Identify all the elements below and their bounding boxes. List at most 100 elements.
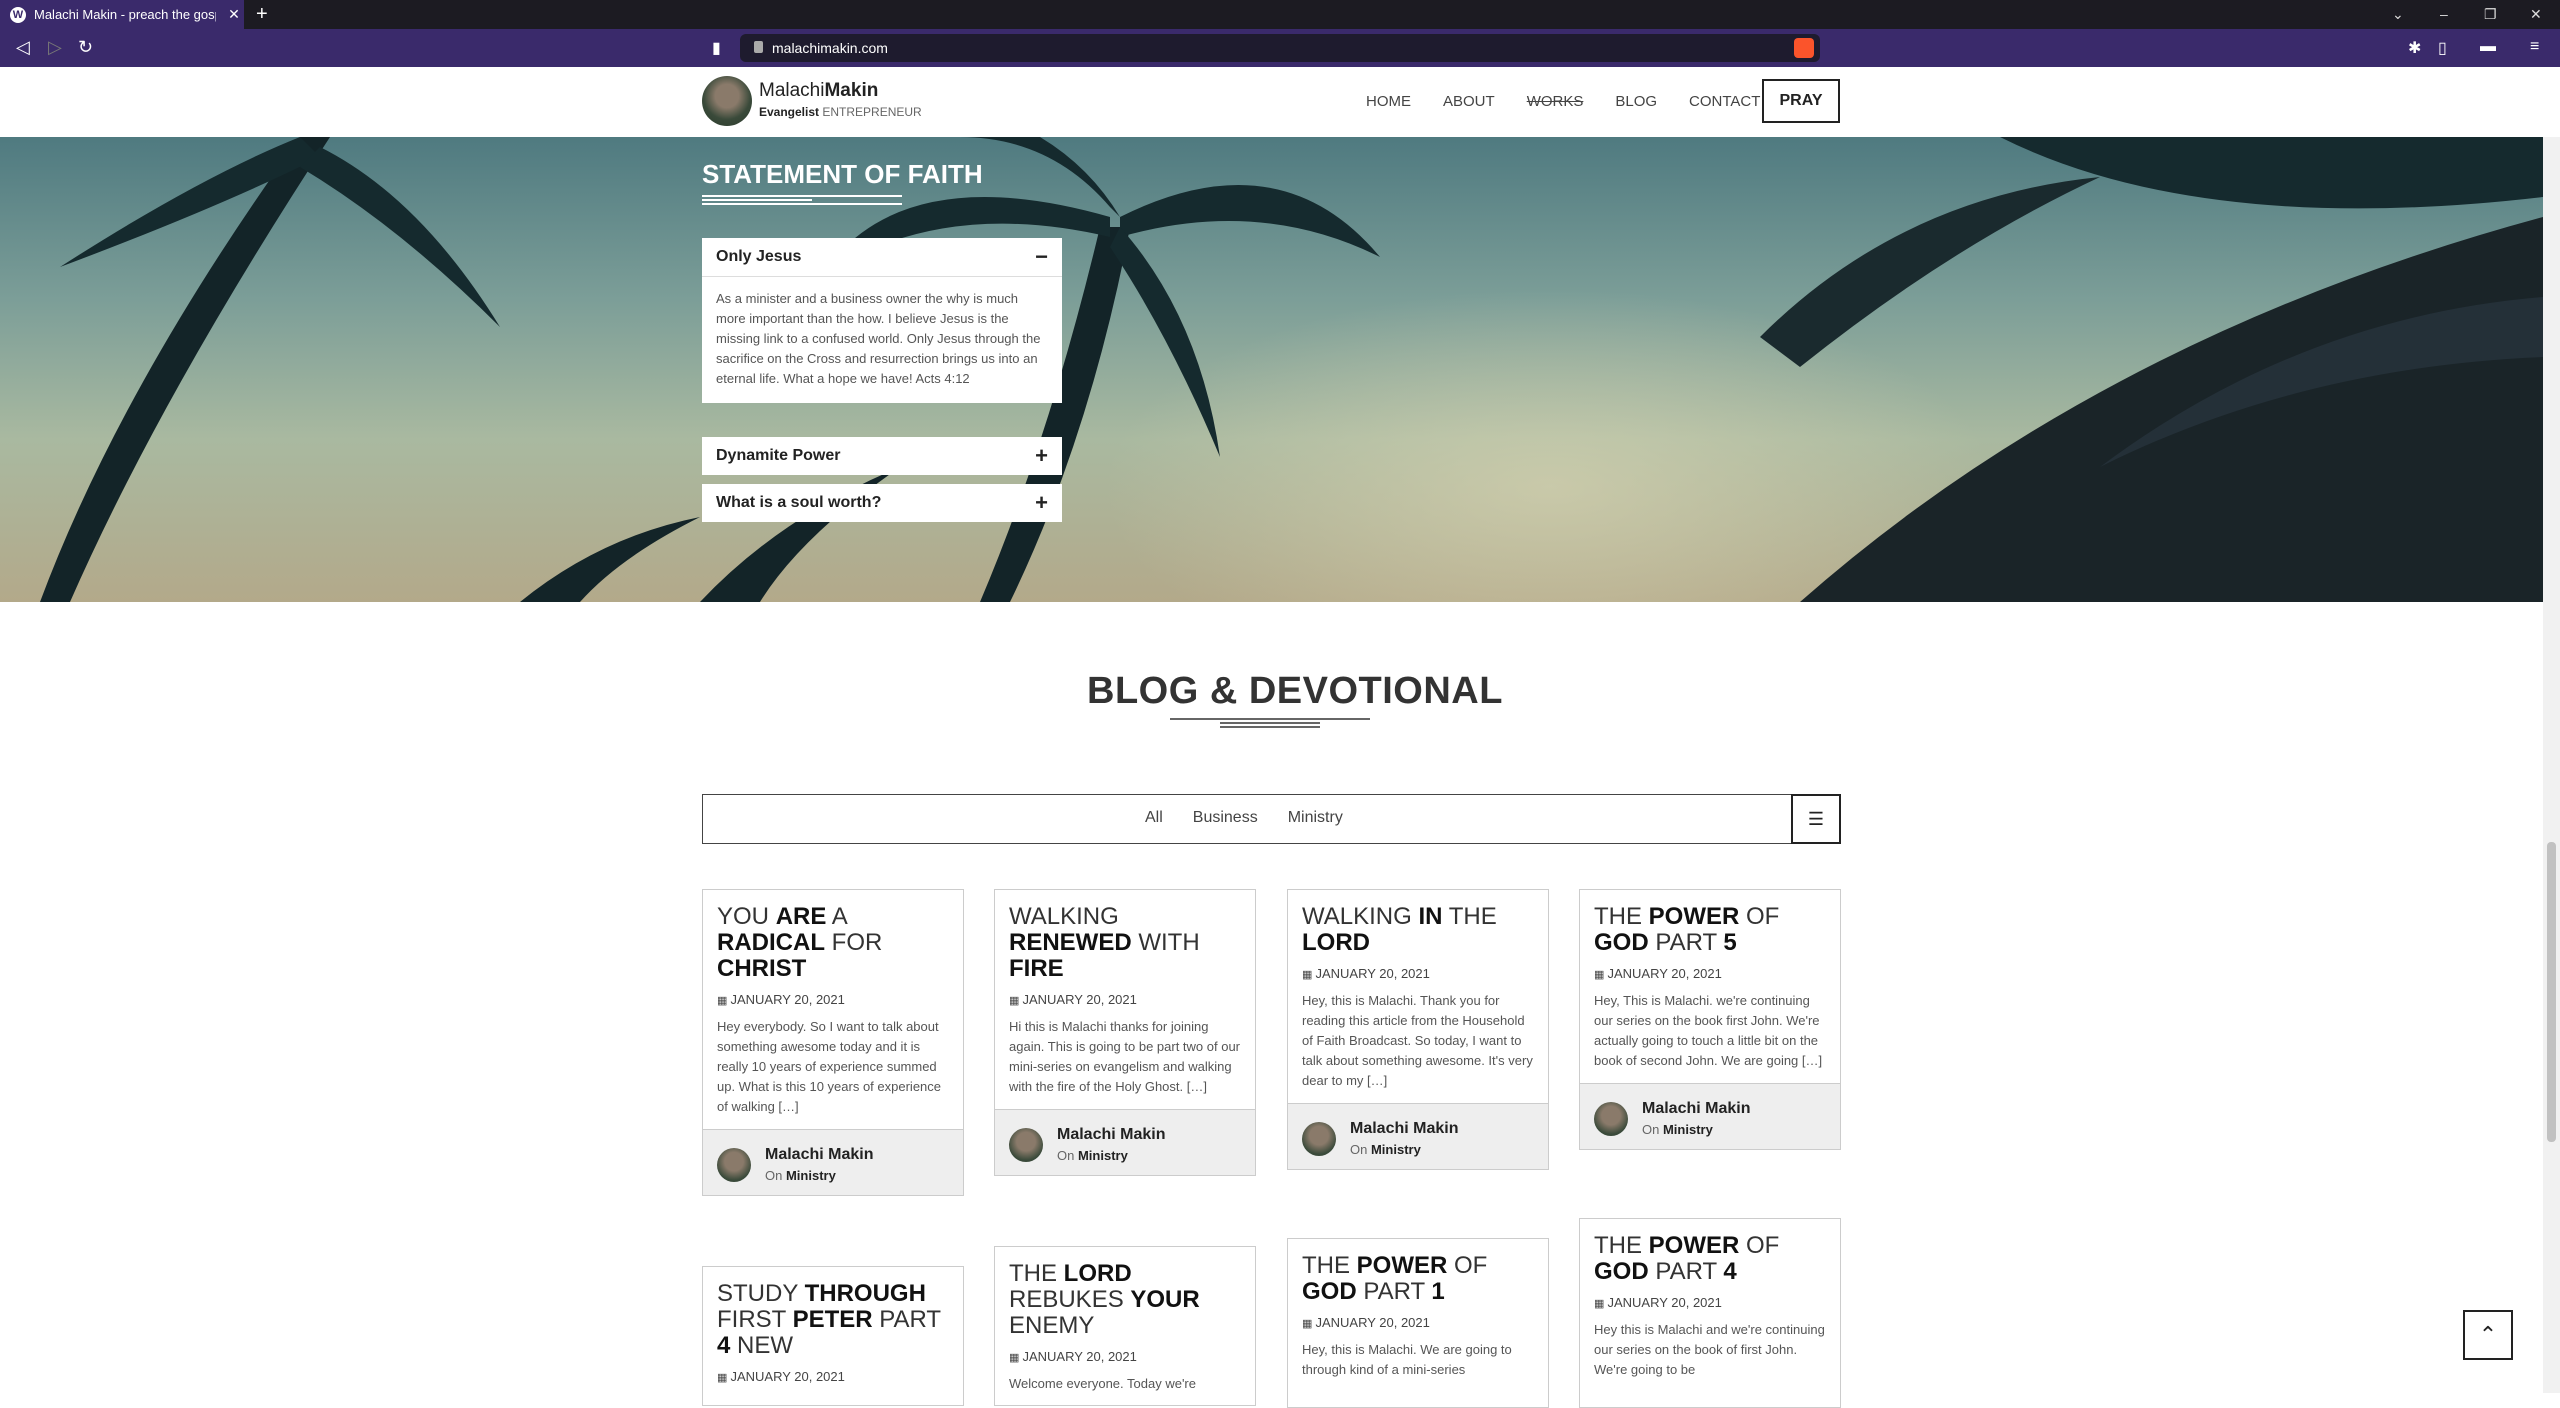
- blog-card[interactable]: STUDY THROUGH FIRST PETER PART 4 NEW JAN…: [702, 1266, 964, 1406]
- card-date: JANUARY 20, 2021: [1594, 1295, 1826, 1310]
- lock-icon: [754, 41, 763, 53]
- blog-card[interactable]: THE POWER OF GOD PART 1 JANUARY 20, 2021…: [1287, 1238, 1549, 1408]
- filter-ministry[interactable]: Ministry: [1288, 809, 1343, 827]
- blog-card[interactable]: THE POWER OF GOD PART 4 JANUARY 20, 2021…: [1579, 1218, 1841, 1408]
- restore-icon[interactable]: ❐: [2484, 6, 2497, 23]
- card-title[interactable]: WALKING IN THE LORD: [1302, 904, 1534, 956]
- card-date: JANUARY 20, 2021: [1302, 1315, 1534, 1330]
- author-name[interactable]: Malachi Makin: [765, 1146, 873, 1164]
- accordion-header[interactable]: Only Jesus −: [702, 238, 1062, 276]
- author-name[interactable]: Malachi Makin: [1350, 1120, 1458, 1138]
- avatar: [1302, 1122, 1336, 1156]
- tab-title: Malachi Makin - preach the gosp: [34, 7, 216, 22]
- blog-card[interactable]: THE POWER OF GOD PART 5 JANUARY 20, 2021…: [1579, 889, 1841, 1150]
- blog-card[interactable]: THE LORD REBUKES YOUR ENEMY JANUARY 20, …: [994, 1246, 1256, 1406]
- author-category: On Ministry: [1642, 1122, 1713, 1137]
- accordion-item-soul-worth: What is a soul worth? +: [702, 484, 1062, 522]
- close-window-icon[interactable]: ✕: [2530, 6, 2542, 23]
- avatar: [1009, 1128, 1043, 1162]
- blog-card[interactable]: WALKING RENEWED WITH FIRE JANUARY 20, 20…: [994, 889, 1256, 1176]
- accordion-header[interactable]: What is a soul worth? +: [702, 484, 1062, 522]
- card-excerpt: Hi this is Malachi thanks for joining ag…: [1009, 1019, 1241, 1094]
- card-excerpt: Hey, this is Malachi. We are going to th…: [1302, 1342, 1512, 1377]
- statement-title: STATEMENT OF FAITH: [702, 159, 983, 189]
- card-author: Malachi Makin On Ministry: [1580, 1083, 1840, 1149]
- sidebar-icon[interactable]: ▯: [2438, 38, 2447, 58]
- card-title[interactable]: WALKING RENEWED WITH FIRE: [1009, 904, 1241, 982]
- nav-blog[interactable]: BLOG: [1615, 93, 1657, 110]
- card-date: JANUARY 20, 2021: [1009, 992, 1241, 1007]
- back-icon[interactable]: ◁: [16, 37, 30, 58]
- accordion-title: What is a soul worth?: [716, 494, 882, 511]
- extensions-icon[interactable]: ✱: [2408, 38, 2421, 58]
- accordion-header[interactable]: Dynamite Power +: [702, 437, 1062, 475]
- site-title[interactable]: MalachiMakin: [759, 80, 878, 102]
- browser-tabbar: W Malachi Makin - preach the gosp ✕ + ⌄ …: [0, 0, 2560, 29]
- site-tagline: Evangelist ENTREPRENEUR: [759, 105, 922, 119]
- browser-tab[interactable]: W Malachi Makin - preach the gosp ✕: [0, 0, 244, 29]
- blog-section-title: BLOG & DEVOTIONAL: [1087, 670, 1503, 712]
- bookmark-icon[interactable]: ▮: [712, 38, 721, 58]
- back-to-top-button[interactable]: ⌃: [2463, 1310, 2513, 1360]
- menu-icon[interactable]: ≡: [2530, 38, 2539, 56]
- blog-title-underline: [1170, 718, 1370, 730]
- card-title[interactable]: THE LORD REBUKES YOUR ENEMY: [1009, 1261, 1241, 1339]
- card-author: Malachi Makin On Ministry: [1288, 1103, 1548, 1169]
- card-date: JANUARY 20, 2021: [1302, 966, 1534, 981]
- nav-home[interactable]: HOME: [1366, 93, 1411, 110]
- card-excerpt: Hey everybody. So I want to talk about s…: [717, 1019, 942, 1114]
- card-title[interactable]: THE POWER OF GOD PART 1: [1302, 1253, 1534, 1305]
- card-title[interactable]: YOU ARE A RADICAL FOR CHRIST: [717, 904, 949, 982]
- author-name[interactable]: Malachi Makin: [1057, 1126, 1165, 1144]
- page-scrollbar[interactable]: [2543, 137, 2560, 1393]
- reload-icon[interactable]: ↻: [78, 37, 93, 58]
- nav-works[interactable]: WORKS: [1527, 93, 1584, 110]
- wallet-icon[interactable]: ▬: [2480, 38, 2496, 56]
- accordion-item-dynamite-power: Dynamite Power +: [702, 437, 1062, 475]
- accordion-item-only-jesus: Only Jesus − As a minister and a busines…: [702, 238, 1062, 403]
- statement-of-faith-section: STATEMENT OF FAITH Only Jesus − As a min…: [0, 137, 2543, 602]
- card-date: JANUARY 20, 2021: [717, 992, 949, 1007]
- new-tab-button[interactable]: +: [256, 4, 268, 24]
- logo-avatar[interactable]: [702, 76, 752, 126]
- avatar: [1594, 1102, 1628, 1136]
- browser-toolbar: ◁ ▷ ↻ ▮ malachimakin.com ✱ ▯ ▬ ≡: [0, 29, 2560, 67]
- forward-icon[interactable]: ▷: [48, 37, 62, 58]
- card-title[interactable]: THE POWER OF GOD PART 4: [1594, 1233, 1826, 1285]
- plus-icon[interactable]: +: [1035, 443, 1048, 469]
- filter-business[interactable]: Business: [1193, 809, 1258, 827]
- main-nav: HOME ABOUT WORKS BLOG CONTACT: [1366, 93, 1792, 110]
- palm-trees-image: [40, 137, 2543, 602]
- close-tab-icon[interactable]: ✕: [224, 6, 244, 23]
- filter-list-icon[interactable]: ☰: [1791, 794, 1841, 844]
- author-name[interactable]: Malachi Makin: [1642, 1100, 1750, 1118]
- filter-all[interactable]: All: [1145, 809, 1163, 827]
- tab-list-icon[interactable]: ⌄: [2392, 6, 2404, 23]
- nav-about[interactable]: ABOUT: [1443, 93, 1495, 110]
- author-category: On Ministry: [1057, 1148, 1128, 1163]
- card-excerpt: Hey, This is Malachi. we're continuing o…: [1594, 993, 1823, 1068]
- brave-shield-icon[interactable]: [1794, 38, 1814, 58]
- nav-contact[interactable]: CONTACT: [1689, 93, 1760, 110]
- accordion-body: As a minister and a business owner the w…: [702, 276, 1062, 403]
- card-excerpt: Welcome everyone. Today we're: [1009, 1376, 1196, 1391]
- card-date: JANUARY 20, 2021: [1009, 1349, 1241, 1364]
- author-category: On Ministry: [765, 1168, 836, 1183]
- author-category: On Ministry: [1350, 1142, 1421, 1157]
- blog-card[interactable]: YOU ARE A RADICAL FOR CHRIST JANUARY 20,…: [702, 889, 964, 1196]
- wordpress-icon: W: [10, 6, 26, 23]
- card-author: Malachi Makin On Ministry: [703, 1129, 963, 1195]
- scrollbar-thumb[interactable]: [2547, 842, 2556, 1142]
- minus-icon[interactable]: −: [1035, 244, 1048, 270]
- url-text: malachimakin.com: [772, 40, 888, 56]
- card-excerpt: Hey this is Malachi and we're continuing…: [1594, 1322, 1825, 1377]
- card-title[interactable]: STUDY THROUGH FIRST PETER PART 4 NEW: [717, 1281, 949, 1359]
- accordion-title: Dynamite Power: [716, 447, 841, 464]
- plus-icon[interactable]: +: [1035, 490, 1048, 516]
- address-bar[interactable]: malachimakin.com: [740, 34, 1820, 62]
- site-header: MalachiMakin Evangelist ENTREPRENEUR HOM…: [0, 67, 2543, 137]
- card-title[interactable]: THE POWER OF GOD PART 5: [1594, 904, 1826, 956]
- blog-card[interactable]: WALKING IN THE LORD JANUARY 20, 2021 Hey…: [1287, 889, 1549, 1170]
- pray-button[interactable]: PRAY: [1762, 79, 1840, 123]
- minimize-icon[interactable]: –: [2440, 6, 2448, 22]
